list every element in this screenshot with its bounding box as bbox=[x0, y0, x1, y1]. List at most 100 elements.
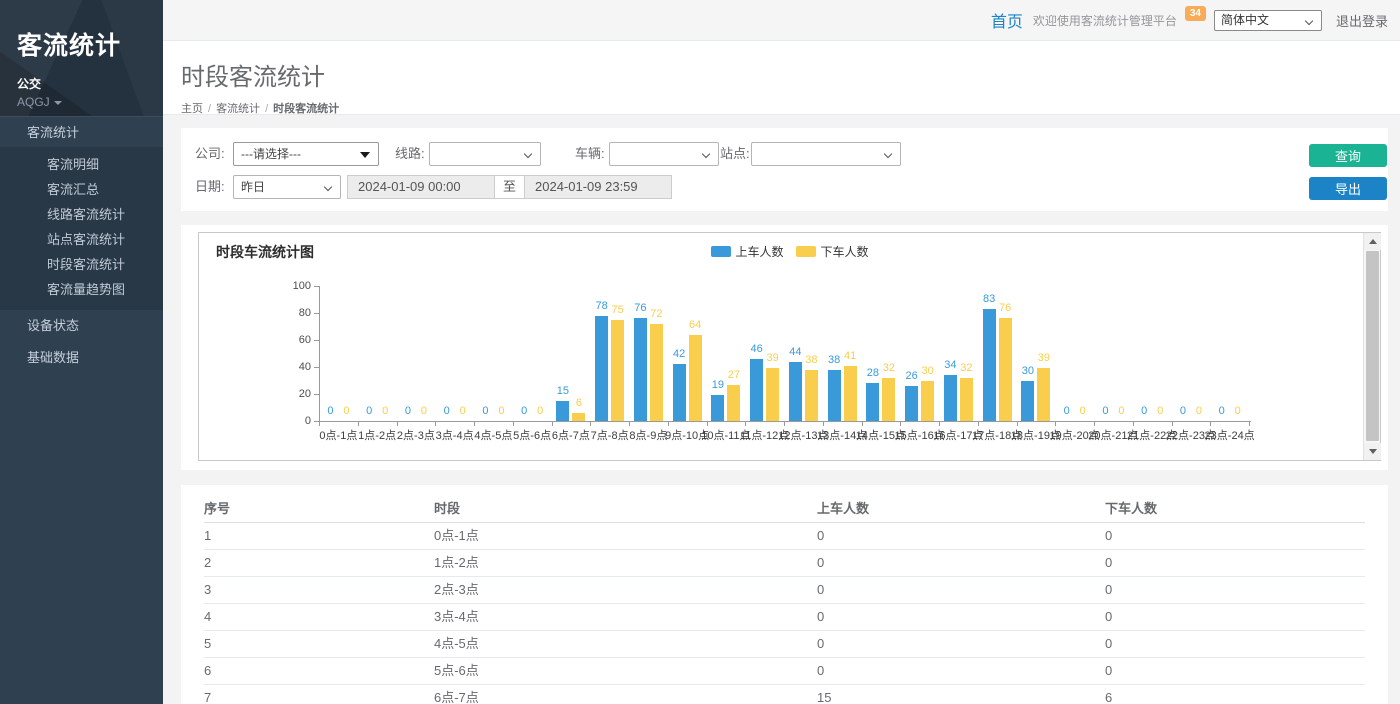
sidebar-item-站点客流统计[interactable]: 站点客流统计 bbox=[0, 227, 163, 252]
x-tick bbox=[513, 422, 514, 426]
vehicle-select[interactable] bbox=[609, 142, 719, 166]
bar-上车人数 bbox=[905, 386, 918, 421]
y-tick bbox=[314, 394, 319, 395]
table-cell: 2点-3点 bbox=[434, 577, 817, 603]
x-tick bbox=[1133, 422, 1134, 426]
table-header-row: 序号时段上车人数下车人数 bbox=[204, 496, 1365, 523]
bar-value-label: 6 bbox=[564, 397, 594, 409]
x-tick bbox=[707, 422, 708, 426]
column-header: 下车人数 bbox=[1105, 496, 1365, 522]
date-preset-select[interactable]: 昨日 bbox=[233, 175, 341, 199]
table-cell: 2 bbox=[204, 550, 434, 576]
chevron-down-icon bbox=[884, 150, 892, 158]
x-tick-label: 23点-24点 bbox=[1199, 427, 1261, 443]
table-cell: 3 bbox=[204, 577, 434, 603]
company-label: 公司: bbox=[195, 142, 225, 166]
column-header: 上车人数 bbox=[817, 496, 1105, 522]
date-preset-value: 昨日 bbox=[241, 180, 265, 194]
date-end-input[interactable]: 2024-01-09 23:59 bbox=[524, 175, 672, 199]
company-select[interactable]: ---请选择--- bbox=[233, 142, 379, 166]
table-cell: 0 bbox=[1105, 604, 1365, 630]
date-start-input[interactable]: 2024-01-09 00:00 bbox=[347, 175, 495, 199]
chart-scrollbar[interactable] bbox=[1363, 233, 1380, 460]
sidebar-item-客流汇总[interactable]: 客流汇总 bbox=[0, 177, 163, 202]
scrollbar-thumb[interactable] bbox=[1366, 251, 1379, 441]
x-tick bbox=[552, 422, 553, 426]
user-menu[interactable]: AQGJ bbox=[17, 95, 163, 109]
y-tick bbox=[314, 286, 319, 287]
bar-下车人数 bbox=[882, 378, 895, 421]
org-name: 公交 bbox=[17, 75, 163, 92]
x-tick bbox=[1249, 422, 1250, 426]
welcome-text: 欢迎使用客流统计管理平台 bbox=[1033, 12, 1177, 29]
bar-上车人数 bbox=[634, 318, 647, 421]
station-select[interactable] bbox=[751, 142, 901, 166]
dropdown-arrow-icon bbox=[360, 152, 370, 158]
bar-下车人数 bbox=[844, 366, 857, 421]
y-tick-label: 40 bbox=[281, 361, 311, 373]
user-name: AQGJ bbox=[17, 95, 50, 109]
breadcrumb-item[interactable]: 主页 bbox=[181, 103, 203, 115]
bar-上车人数 bbox=[789, 362, 802, 421]
export-button[interactable]: 导出 bbox=[1309, 177, 1387, 200]
bar-下车人数 bbox=[650, 324, 663, 421]
page-title: 时段客流统计 bbox=[181, 57, 1400, 92]
x-tick bbox=[397, 422, 398, 426]
breadcrumb: 主页/客流统计/时段客流统计 bbox=[181, 100, 1400, 116]
chevron-down-icon bbox=[524, 150, 532, 158]
table-row: 54点-5点00 bbox=[204, 631, 1365, 658]
home-link[interactable]: 首页 bbox=[991, 8, 1023, 32]
sidebar: 客流统计 公交 AQGJ 客流统计 客流明细客流汇总线路客流统计站点客流统计时段… bbox=[0, 0, 163, 704]
breadcrumb-separator: / bbox=[265, 103, 268, 115]
breadcrumb-item[interactable]: 客流统计 bbox=[216, 103, 260, 115]
column-header: 序号 bbox=[204, 496, 434, 522]
bar-下车人数 bbox=[1037, 368, 1050, 421]
bar-value-label: 39 bbox=[1029, 352, 1059, 364]
table-cell: 0 bbox=[817, 523, 1105, 549]
app-brand: 客流统计 bbox=[17, 26, 163, 62]
scroll-up-icon[interactable] bbox=[1364, 233, 1381, 250]
x-tick bbox=[1055, 422, 1056, 426]
result-table: 序号时段上车人数下车人数10点-1点0021点-2点0032点-3点0043点-… bbox=[204, 496, 1365, 704]
x-tick bbox=[862, 422, 863, 426]
chevron-down-icon bbox=[54, 101, 62, 105]
language-select[interactable]: 简体中文 bbox=[1214, 10, 1322, 31]
bar-上车人数 bbox=[711, 395, 724, 421]
chevron-down-icon bbox=[1305, 16, 1313, 24]
x-tick bbox=[629, 422, 630, 426]
sidebar-item-客流明细[interactable]: 客流明细 bbox=[0, 152, 163, 177]
x-tick bbox=[319, 422, 320, 426]
line-select[interactable] bbox=[429, 142, 541, 166]
sidebar-item-时段客流统计[interactable]: 时段客流统计 bbox=[0, 252, 163, 277]
query-button[interactable]: 查询 bbox=[1309, 144, 1387, 167]
x-axis bbox=[319, 421, 1251, 422]
line-label: 线路: bbox=[395, 142, 425, 166]
bar-下车人数 bbox=[921, 381, 934, 422]
table-cell: 0 bbox=[817, 604, 1105, 630]
x-tick bbox=[474, 422, 475, 426]
y-tick bbox=[314, 313, 319, 314]
x-tick bbox=[1094, 422, 1095, 426]
bar-value-label: 27 bbox=[719, 369, 749, 381]
table-row: 65点-6点00 bbox=[204, 658, 1365, 685]
bar-下车人数 bbox=[727, 385, 740, 421]
sidebar-item-passenger-stats[interactable]: 客流统计 bbox=[0, 116, 163, 147]
x-tick bbox=[784, 422, 785, 426]
table-cell: 4点-5点 bbox=[434, 631, 817, 657]
sidebar-item-线路客流统计[interactable]: 线路客流统计 bbox=[0, 202, 163, 227]
table-row: 21点-2点00 bbox=[204, 550, 1365, 577]
table-cell: 0 bbox=[1105, 523, 1365, 549]
column-header: 时段 bbox=[434, 496, 817, 522]
scroll-down-icon[interactable] bbox=[1364, 443, 1381, 460]
table-cell: 6 bbox=[1105, 685, 1365, 704]
logout-link[interactable]: 退出登录 bbox=[1336, 11, 1388, 30]
sidebar-item-设备状态[interactable]: 设备状态 bbox=[0, 310, 163, 342]
x-tick bbox=[590, 422, 591, 426]
filter-panel: 公司: ---请选择--- 线路: 车辆: 站点: 日期: 昨日 2024-01… bbox=[181, 128, 1388, 211]
table-row: 10点-1点00 bbox=[204, 523, 1365, 550]
sidebar-item-客流量趋势图[interactable]: 客流量趋势图 bbox=[0, 277, 163, 302]
date-label: 日期: bbox=[195, 175, 225, 199]
screen: 客流统计 公交 AQGJ 客流统计 客流明细客流汇总线路客流统计站点客流统计时段… bbox=[0, 0, 1400, 704]
sidebar-item-基础数据[interactable]: 基础数据 bbox=[0, 342, 163, 374]
table-row: 76点-7点156 bbox=[204, 685, 1365, 704]
